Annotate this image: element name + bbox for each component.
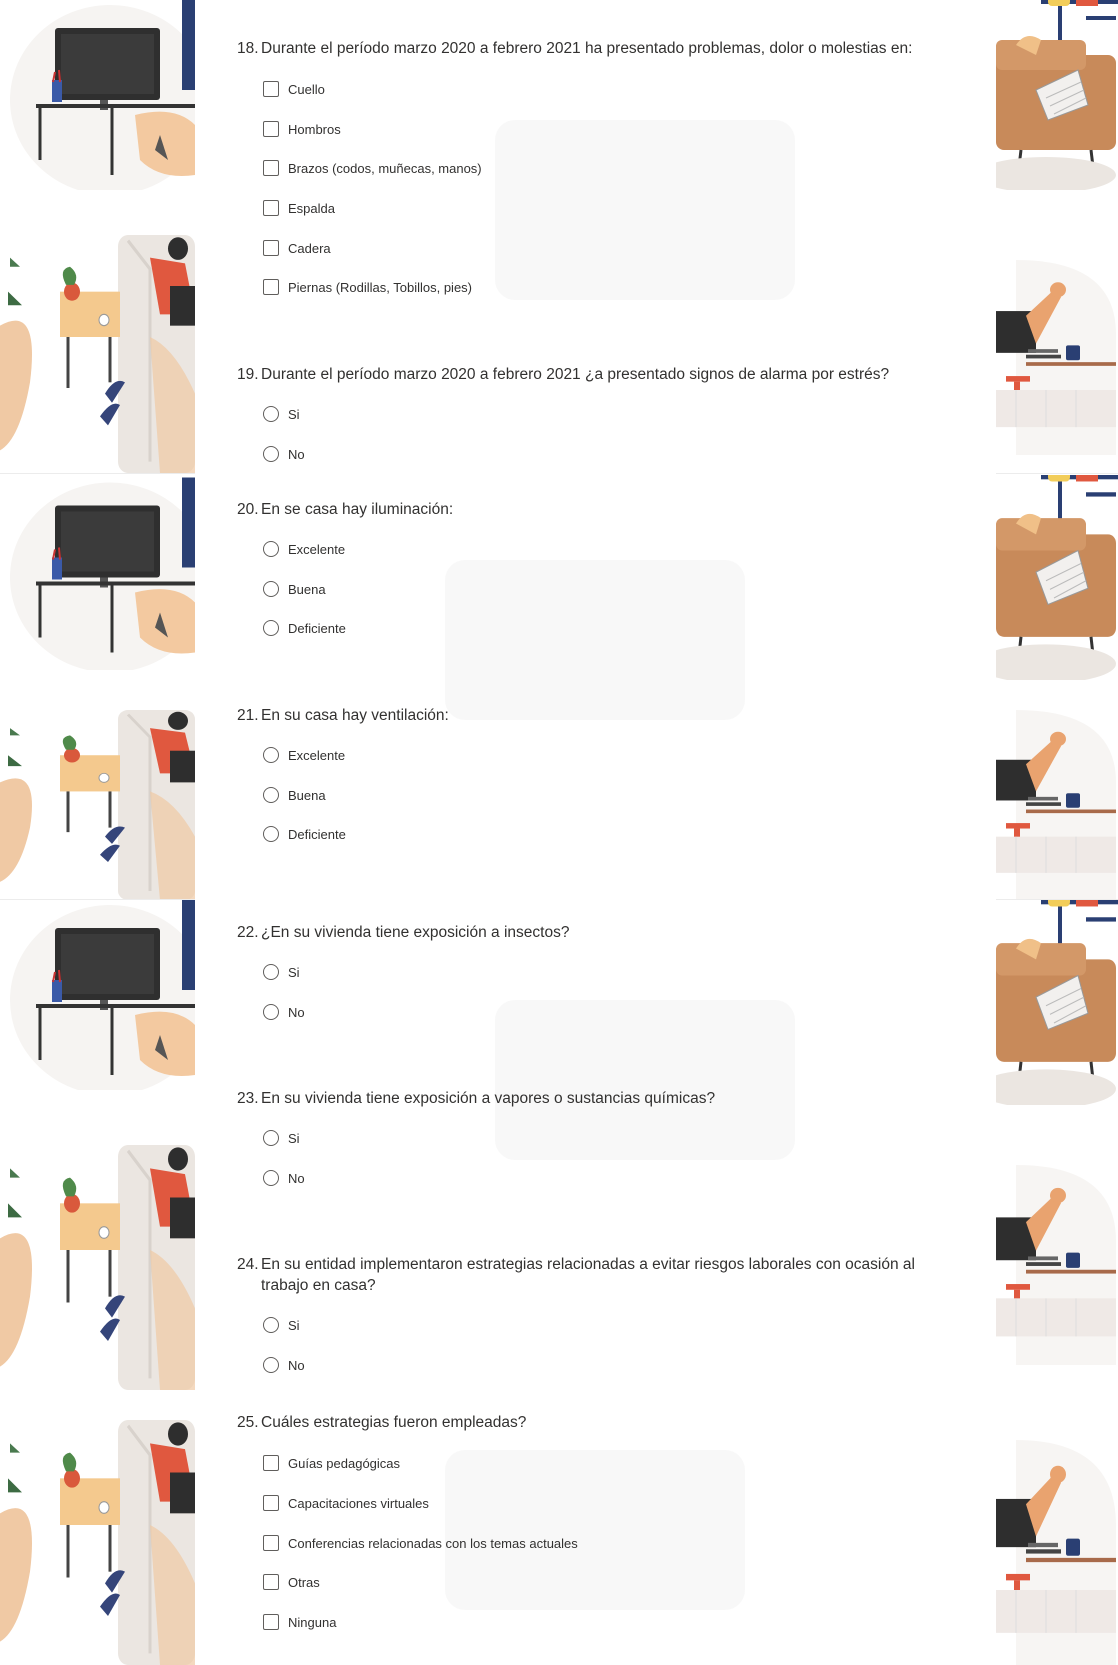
question-19-title: 19. Durante el período marzo 2020 a febre… — [237, 366, 890, 383]
option-radio[interactable]: Buena — [263, 578, 326, 600]
question-24-title: 24. En su entidad implementaron estrategi… — [237, 1256, 915, 1294]
radio-button[interactable] — [263, 1130, 279, 1146]
desk-illustration — [0, 900, 195, 1090]
radio-button[interactable] — [263, 406, 279, 422]
question-23-title: 23. En su vivienda tiene exposición a vap… — [237, 1090, 716, 1107]
arm-illustration — [996, 260, 1118, 455]
option-radio[interactable]: Buena — [263, 784, 326, 806]
checkbox[interactable] — [263, 121, 279, 137]
radio-button[interactable] — [263, 541, 279, 557]
lounge-illustration — [0, 1420, 195, 1665]
option-radio[interactable]: Deficiente — [263, 823, 346, 845]
radio-button[interactable] — [263, 964, 279, 980]
option-checkbox[interactable]: Brazos (codos, muñecas, manos) — [263, 157, 482, 179]
form-column: 18. Durante el período marzo 2020 a febre… — [195, 0, 996, 1665]
option-checkbox[interactable]: Hombros — [263, 118, 341, 140]
option-radio[interactable]: No — [263, 443, 305, 465]
option-checkbox[interactable]: Cadera — [263, 237, 331, 259]
option-radio[interactable]: Excelente — [263, 744, 345, 766]
arm-illustration — [996, 1440, 1118, 1665]
checkbox[interactable] — [263, 240, 279, 256]
radio-button[interactable] — [263, 1004, 279, 1020]
checkbox[interactable] — [263, 1574, 279, 1590]
desk-illustration — [0, 475, 195, 670]
checkbox[interactable] — [263, 1614, 279, 1630]
option-checkbox[interactable]: Piernas (Rodillas, Tobillos, pies) — [263, 276, 472, 298]
radio-button[interactable] — [263, 446, 279, 462]
radio-button[interactable] — [263, 826, 279, 842]
checkbox[interactable] — [263, 200, 279, 216]
radio-button[interactable] — [263, 787, 279, 803]
radio-button[interactable] — [263, 747, 279, 763]
question-25-title: 25. Cuáles estrategias fueron empleadas? — [237, 1414, 527, 1431]
desk-illustration — [0, 0, 195, 190]
sofa-illustration — [996, 900, 1118, 1105]
lounge-illustration — [0, 710, 195, 900]
radio-button[interactable] — [263, 1317, 279, 1333]
option-checkbox[interactable]: Capacitaciones virtuales — [263, 1492, 429, 1514]
radio-button[interactable] — [263, 1357, 279, 1373]
radio-button[interactable] — [263, 1170, 279, 1186]
option-checkbox[interactable]: Espalda — [263, 197, 335, 219]
option-radio[interactable]: No — [263, 1354, 305, 1376]
sofa-illustration — [996, 475, 1118, 680]
checkbox[interactable] — [263, 160, 279, 176]
option-checkbox[interactable]: Guías pedagógicas — [263, 1452, 400, 1474]
option-checkbox[interactable]: Otras — [263, 1571, 320, 1593]
checkbox[interactable] — [263, 279, 279, 295]
radio-button[interactable] — [263, 620, 279, 636]
lounge-illustration — [0, 235, 195, 473]
arm-illustration — [996, 1165, 1118, 1365]
option-checkbox[interactable]: Ninguna — [263, 1611, 336, 1633]
question-20-title: 20. En se casa hay iluminación: — [237, 501, 454, 518]
radio-button[interactable] — [263, 581, 279, 597]
arm-illustration — [996, 710, 1118, 900]
option-radio[interactable]: Excelente — [263, 538, 345, 560]
checkbox[interactable] — [263, 1535, 279, 1551]
question-21-title: 21. En su casa hay ventilación: — [237, 707, 449, 724]
option-radio[interactable]: Deficiente — [263, 617, 346, 639]
checkbox[interactable] — [263, 81, 279, 97]
option-radio[interactable]: No — [263, 1001, 305, 1023]
lounge-illustration — [0, 1145, 195, 1390]
checkbox[interactable] — [263, 1495, 279, 1511]
option-radio[interactable]: Si — [263, 403, 300, 425]
option-radio[interactable]: No — [263, 1167, 305, 1189]
option-radio[interactable]: Si — [263, 961, 300, 983]
option-radio[interactable]: Si — [263, 1314, 300, 1336]
option-checkbox[interactable]: Cuello — [263, 78, 325, 100]
question-18-title: 18. Durante el período marzo 2020 a febre… — [237, 40, 913, 57]
option-radio[interactable]: Si — [263, 1127, 300, 1149]
option-checkbox[interactable]: Conferencias relacionadas con los temas … — [263, 1532, 578, 1554]
sofa-illustration — [996, 0, 1118, 190]
checkbox[interactable] — [263, 1455, 279, 1471]
question-22-title: 22. ¿En su vivienda tiene exposición a in… — [237, 924, 570, 941]
